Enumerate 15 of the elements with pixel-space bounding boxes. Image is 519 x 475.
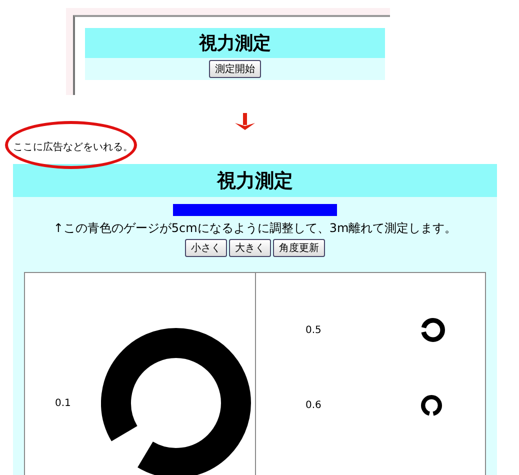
landolt-ring-icon — [100, 328, 251, 475]
chart-button[interactable]: 角度更新 — [273, 239, 325, 258]
acuity-label: 0.6 — [306, 400, 322, 411]
preview-title: 視力測定 — [199, 32, 271, 55]
ad-note: ここに広告などをいれる。 — [13, 140, 133, 154]
page-title: 視力測定 — [217, 168, 293, 194]
instruction-text: ↑この青色のゲージが5cmになるように調整して、3m離れて測定します。 — [53, 220, 457, 238]
landolt-ring-icon — [421, 394, 442, 416]
landolt-ring-icon — [421, 318, 446, 342]
acuity-label: 0.1 — [55, 398, 71, 409]
start-button[interactable]: 測定開始 — [209, 60, 261, 78]
chart-button[interactable]: 小さく — [185, 239, 227, 258]
down-arrow-icon — [234, 113, 256, 131]
acuity-label: 0.5 — [306, 324, 322, 336]
chart-button[interactable]: 大きく — [229, 239, 271, 258]
